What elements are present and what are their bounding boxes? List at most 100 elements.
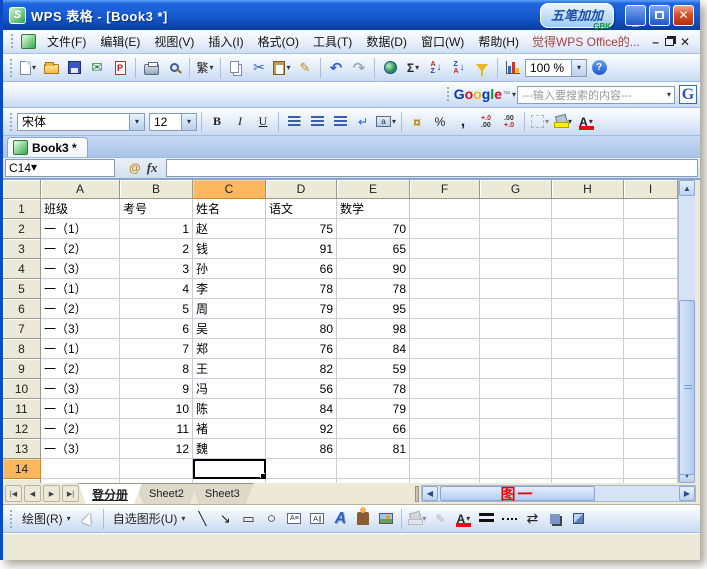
shape-fill-color-button[interactable]: ▾: [406, 508, 428, 530]
cell-C9[interactable]: 王: [193, 359, 266, 379]
cell-H5[interactable]: [552, 279, 624, 299]
cell-D3[interactable]: 91: [266, 239, 337, 259]
cell-H14[interactable]: [552, 459, 624, 479]
draw-menu-button[interactable]: 绘图(R)▾: [17, 508, 76, 529]
cell-A13[interactable]: 一（3）: [41, 439, 120, 459]
align-center-button[interactable]: [306, 111, 328, 133]
cell-A2[interactable]: 一（1）: [41, 219, 120, 239]
cell-B7[interactable]: 6: [120, 319, 193, 339]
sort-descending-button[interactable]: ZA↓: [448, 57, 470, 79]
cell-F11[interactable]: [410, 399, 480, 419]
row-header-14[interactable]: 14: [3, 459, 41, 479]
cell-H3[interactable]: [552, 239, 624, 259]
cell-F8[interactable]: [410, 339, 480, 359]
menu-item-window[interactable]: 窗口(W): [414, 30, 471, 53]
align-left-button[interactable]: [283, 111, 305, 133]
cell-G13[interactable]: [480, 439, 552, 459]
cell-D2[interactable]: 75: [266, 219, 337, 239]
cell-B13[interactable]: 12: [120, 439, 193, 459]
cell-I8[interactable]: [624, 339, 678, 359]
italic-button[interactable]: I: [229, 111, 251, 133]
cell-C7[interactable]: 吴: [193, 319, 266, 339]
cell-D6[interactable]: 79: [266, 299, 337, 319]
zoom-dropdown[interactable]: ▾: [571, 60, 586, 76]
cell-D1[interactable]: 语文: [266, 199, 337, 219]
bold-button[interactable]: B: [206, 111, 228, 133]
paste-dropdown[interactable]: ▾: [286, 63, 290, 72]
scroll-up-button[interactable]: ▲: [679, 180, 695, 196]
menu-item-tools[interactable]: 工具(T): [306, 30, 359, 53]
menu-item-edit[interactable]: 编辑(E): [93, 30, 147, 53]
cell-D4[interactable]: 66: [266, 259, 337, 279]
sort-ascending-button[interactable]: AZ↓: [425, 57, 447, 79]
search-function-icon[interactable]: @: [129, 161, 141, 175]
row-header-13[interactable]: 13: [3, 439, 41, 459]
cell-C11[interactable]: 陈: [193, 399, 266, 419]
cell-H13[interactable]: [552, 439, 624, 459]
sheet-tab-sheet3[interactable]: Sheet3: [191, 483, 254, 504]
google-logo-dropdown[interactable]: ▾: [512, 90, 516, 99]
cell-A3[interactable]: 一（2）: [41, 239, 120, 259]
chart-button[interactable]: [502, 57, 524, 79]
decrease-decimal-button[interactable]: .00+.0: [498, 111, 520, 133]
cell-F6[interactable]: [410, 299, 480, 319]
cell-I11[interactable]: [624, 399, 678, 419]
cell-I4[interactable]: [624, 259, 678, 279]
cell-F2[interactable]: [410, 219, 480, 239]
copy-button[interactable]: [225, 57, 247, 79]
hyperlink-button[interactable]: [379, 57, 401, 79]
merge-center-button[interactable]: a▾: [375, 111, 397, 133]
cell-F5[interactable]: [410, 279, 480, 299]
comma-button[interactable]: ,: [452, 111, 474, 133]
cell-A9[interactable]: 一（2）: [41, 359, 120, 379]
cell-E4[interactable]: 90: [337, 259, 410, 279]
cell-I7[interactable]: [624, 319, 678, 339]
column-header-B[interactable]: B: [120, 180, 193, 199]
cell-G6[interactable]: [480, 299, 552, 319]
formatting-toolbar-grip[interactable]: [9, 112, 13, 131]
shadow-style-button[interactable]: [544, 508, 566, 530]
cell-E10[interactable]: 78: [337, 379, 410, 399]
textbox-button[interactable]: A≡: [283, 508, 305, 530]
cell-F10[interactable]: [410, 379, 480, 399]
horizontal-scroll-thumb[interactable]: 图一: [440, 486, 595, 501]
rectangle-button[interactable]: ▭: [237, 508, 259, 530]
cell-I2[interactable]: [624, 219, 678, 239]
cell-H6[interactable]: [552, 299, 624, 319]
row-header-4[interactable]: 4: [3, 259, 41, 279]
google-toolbar-grip[interactable]: [446, 86, 450, 104]
line-button[interactable]: ╲: [191, 508, 213, 530]
mdi-restore-button[interactable]: [665, 38, 674, 46]
clipart-button[interactable]: [352, 508, 374, 530]
cell-A6[interactable]: 一（2）: [41, 299, 120, 319]
vertical-scroll-thumb[interactable]: [679, 300, 695, 475]
formula-input[interactable]: [166, 159, 698, 177]
cell-D13[interactable]: 86: [266, 439, 337, 459]
traditional-convert-button[interactable]: 繁▾: [194, 57, 216, 79]
previous-sheet-button[interactable]: ◀: [24, 485, 41, 502]
cell-F1[interactable]: [410, 199, 480, 219]
cell-C4[interactable]: 孙: [193, 259, 266, 279]
cell-H12[interactable]: [552, 419, 624, 439]
cell-D14[interactable]: [266, 459, 337, 479]
cell-F9[interactable]: [410, 359, 480, 379]
cell-I12[interactable]: [624, 419, 678, 439]
cell-H10[interactable]: [552, 379, 624, 399]
cell-G7[interactable]: [480, 319, 552, 339]
menu-item-format[interactable]: 格式(O): [251, 30, 306, 53]
cell-E3[interactable]: 65: [337, 239, 410, 259]
horizontal-scrollbar[interactable]: ◀ 图一 ▶: [415, 485, 696, 502]
cell-G12[interactable]: [480, 419, 552, 439]
row-header-6[interactable]: 6: [3, 299, 41, 319]
cell-B14[interactable]: [120, 459, 193, 479]
new-dropdown[interactable]: ▾: [32, 63, 36, 72]
vertical-scrollbar[interactable]: ▲ ▼: [678, 180, 695, 483]
cell-G4[interactable]: [480, 259, 552, 279]
cell-C5[interactable]: 李: [193, 279, 266, 299]
open-button[interactable]: [40, 57, 62, 79]
font-name-combobox[interactable]: 宋体▾: [17, 113, 145, 131]
cell-G3[interactable]: [480, 239, 552, 259]
font-size-combobox[interactable]: 12▾: [149, 113, 197, 131]
arrow-button[interactable]: ↘: [214, 508, 236, 530]
cell-B12[interactable]: 11: [120, 419, 193, 439]
